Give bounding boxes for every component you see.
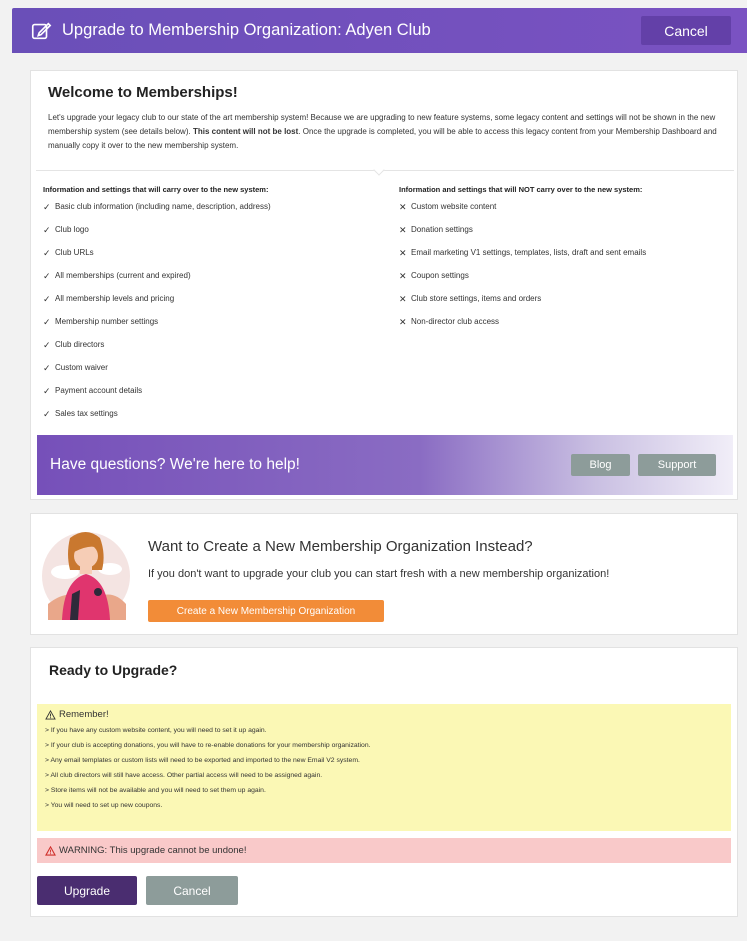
not-carry-over-item-label: Non-director club access [411,317,500,326]
not-carry-over-item-label: Club store settings, items and orders [411,294,542,303]
check-icon: ✓ [43,409,51,419]
remember-item: > If you have any custom website content… [45,727,267,734]
cross-icon: ✕ [399,225,407,235]
not-carry-over-item: ✕ Non-director club access [399,315,729,338]
carry-over-item: ✓ Sales tax settings [43,407,383,430]
carry-over-item: ✓ Club directors [43,338,383,361]
remember-item: > Any email templates or custom lists wi… [45,757,360,764]
new-org-title: Want to Create a New Membership Organiza… [148,538,533,555]
check-icon: ✓ [43,248,51,258]
not-carry-over-item: ✕ Club store settings, items and orders [399,292,729,315]
divider-notch [373,164,385,176]
check-icon: ✓ [43,363,51,373]
not-carry-over-item: ✕ Donation settings [399,223,729,246]
welcome-card: Welcome to Memberships! Let's upgrade yo… [30,70,738,500]
cross-icon: ✕ [399,271,407,281]
cross-icon: ✕ [399,248,407,258]
ready-title: Ready to Upgrade? [49,662,178,678]
not-carry-over-item-label: Coupon settings [411,271,469,280]
remember-title: Remember! [59,709,109,720]
remember-heading: Remember! [45,709,723,720]
check-icon: ✓ [43,202,51,212]
carry-over-item-label: All memberships (current and expired) [55,271,191,280]
welcome-text-bold: This content will not be lost [192,127,299,136]
page-title: Upgrade to Membership Organization: Adye… [62,21,431,39]
carry-over-item: ✓ All memberships (current and expired) [43,269,383,292]
not-carry-over-heading: Information and settings that will NOT c… [399,185,643,194]
carry-over-list: Information and settings that will carry… [43,185,383,430]
support-button[interactable]: Support [638,454,716,476]
warning-text: WARNING: This upgrade cannot be undone! [59,845,247,856]
carry-over-item: ✓ Basic club information (including name,… [43,200,383,223]
welcome-title: Welcome to Memberships! [48,84,238,101]
cross-icon: ✕ [399,317,407,327]
edit-icon [31,21,52,39]
check-icon: ✓ [43,386,51,396]
welcome-text: Let's upgrade your legacy club to our st… [48,111,728,153]
new-organization-card: Want to Create a New Membership Organiza… [30,513,738,635]
remember-item: > All club directors will still have acc… [45,772,323,779]
carry-over-item-label: Club logo [55,225,89,234]
cross-icon: ✕ [399,294,407,304]
carry-over-item-label: Payment account details [55,386,143,395]
blog-button[interactable]: Blog [571,454,630,476]
create-new-organization-button[interactable]: Create a New Membership Organization [148,600,384,622]
section-divider [36,170,734,171]
cancel-button[interactable]: Cancel [146,876,238,905]
cancel-button-header[interactable]: Cancel [641,16,731,45]
warning-triangle-icon [45,709,56,720]
help-banner: Have questions? We're here to help! Blog… [37,435,733,495]
upgrade-button[interactable]: Upgrade [37,876,137,905]
carry-over-item-label: Club URLs [55,248,94,257]
carry-over-item-label: Club directors [55,340,105,349]
carry-over-item-label: Custom waiver [55,363,108,372]
not-carry-over-item-label: Donation settings [411,225,473,234]
carry-over-item: ✓ All membership levels and pricing [43,292,383,315]
carry-over-item: ✓ Membership number settings [43,315,383,338]
not-carry-over-item: ✕ Custom website content [399,200,729,223]
ready-card: Ready to Upgrade? Remember! > If you hav… [30,647,738,917]
carry-over-heading: Information and settings that will carry… [43,185,269,194]
carry-over-item-label: Membership number settings [55,317,159,326]
check-icon: ✓ [43,317,51,327]
carry-over-item: ✓ Custom waiver [43,361,383,384]
not-carry-over-item: ✕ Email marketing V1 settings, templates,… [399,246,729,269]
new-org-description: If you don't want to upgrade your club y… [148,568,610,580]
carry-over-item: ✓ Payment account details [43,384,383,407]
carry-over-item-label: Basic club information (including name, … [55,202,271,211]
not-carry-over-item: ✕ Coupon settings [399,269,729,292]
carry-over-item-label: Sales tax settings [55,409,118,418]
carry-over-item: ✓ Club URLs [43,246,383,269]
warning-triangle-icon [45,845,56,856]
check-icon: ✓ [43,294,51,304]
carry-over-item-label: All membership levels and pricing [55,294,175,303]
remember-item: > You will need to set up new coupons. [45,802,163,809]
remember-item: > If your club is accepting donations, y… [45,742,371,749]
not-carry-over-item-label: Custom website content [411,202,497,211]
check-icon: ✓ [43,340,51,350]
not-carry-over-item-label: Email marketing V1 settings, templates, … [411,248,647,257]
warning-banner: WARNING: This upgrade cannot be undone! [37,838,731,863]
remember-box: Remember! > If you have any custom websi… [37,704,731,831]
remember-item: > Store items will not be available and … [45,787,266,794]
help-text: Have questions? We're here to help! [50,456,300,473]
avatar-illustration [42,532,130,620]
check-icon: ✓ [43,225,51,235]
carry-over-item: ✓ Club logo [43,223,383,246]
not-carry-over-list: Information and settings that will NOT c… [399,185,729,338]
check-icon: ✓ [43,271,51,281]
cross-icon: ✕ [399,202,407,212]
modal-header: Upgrade to Membership Organization: Adye… [12,8,747,53]
